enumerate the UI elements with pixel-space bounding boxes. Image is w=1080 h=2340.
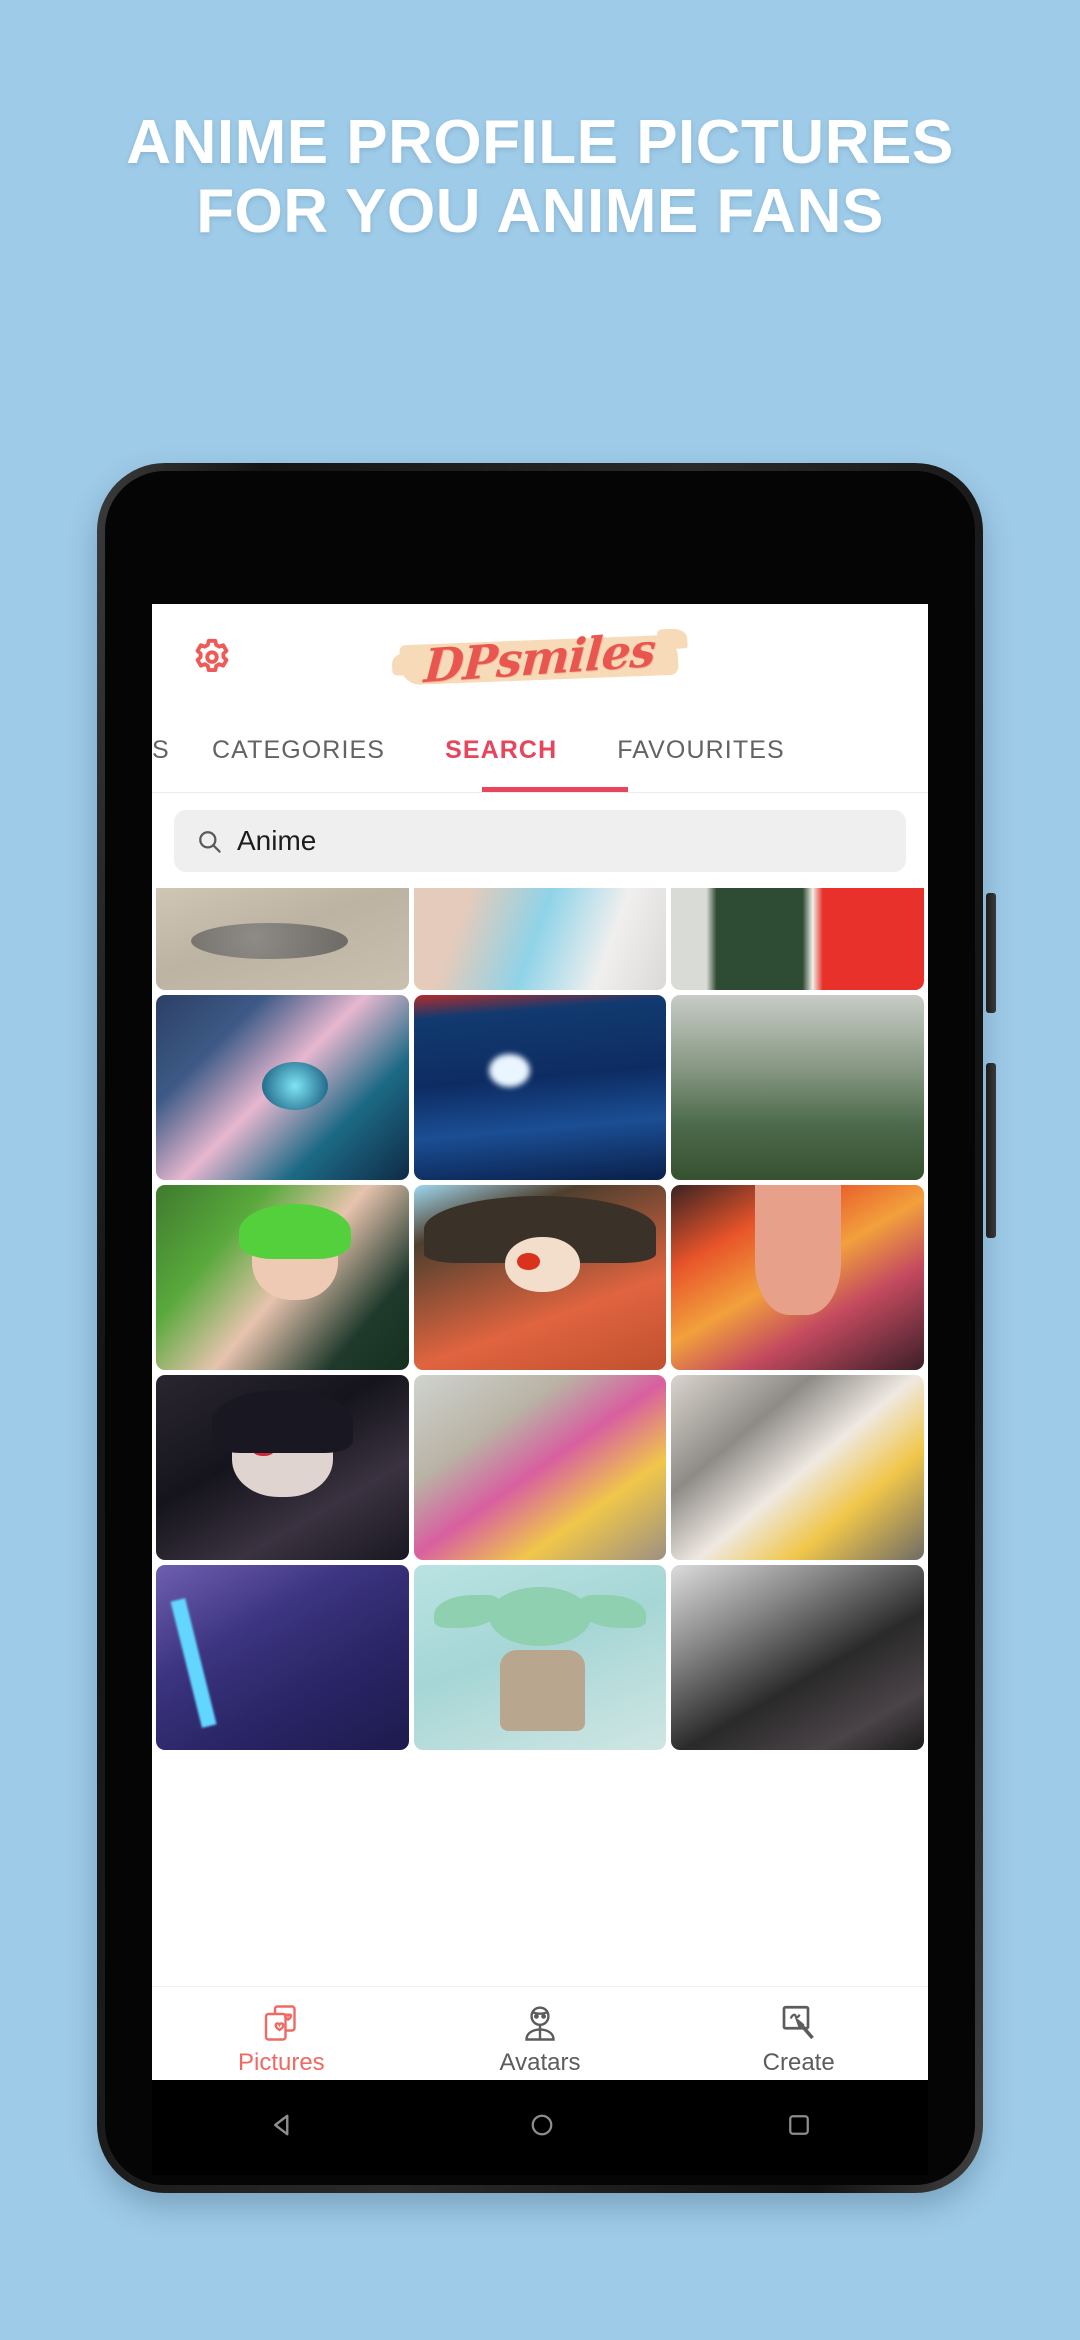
grid-cell-red-hair-anime-art[interactable] bbox=[671, 1185, 924, 1370]
promo-line-1: ANIME PROFILE PICTURES bbox=[126, 108, 954, 177]
promo-line-2: FOR YOU ANIME FANS bbox=[196, 177, 884, 247]
power-button[interactable] bbox=[986, 893, 996, 1013]
grid-cell-baby-yoda-plush[interactable] bbox=[413, 1565, 667, 1750]
grid-cell-blue-hair-cosplay[interactable] bbox=[413, 888, 667, 990]
tab-active-underline bbox=[482, 787, 628, 792]
grid-cell-festival-costume-market[interactable] bbox=[413, 1375, 667, 1560]
grid-cell-misty-hillside-town[interactable] bbox=[671, 995, 924, 1180]
thumbnail-image bbox=[156, 995, 409, 1180]
recents-square-icon[interactable] bbox=[784, 2110, 814, 2145]
tab-search[interactable]: SEARCH bbox=[415, 736, 587, 765]
thumbnail-image bbox=[156, 1375, 409, 1560]
grid-cell-green-hair-cosplay[interactable] bbox=[156, 1185, 409, 1370]
grid-cell-blue-sword-anime[interactable] bbox=[156, 1565, 409, 1750]
bottom-navigation: Pictures Avatars Create bbox=[152, 1986, 928, 2090]
grid-cell-neon-store-interior[interactable] bbox=[413, 995, 667, 1180]
nav-item-create[interactable]: Create bbox=[669, 2000, 928, 2077]
nav-item-avatars[interactable]: Avatars bbox=[411, 2000, 670, 2077]
search-value: Anime bbox=[237, 825, 317, 856]
nav-item-pictures[interactable]: Pictures bbox=[152, 2000, 411, 2077]
thumbnail-image bbox=[156, 1565, 409, 1750]
grid-cell-seal-on-sand[interactable] bbox=[156, 888, 409, 990]
back-triangle-icon[interactable] bbox=[266, 2108, 300, 2147]
search-input[interactable]: Anime bbox=[174, 810, 906, 872]
gear-icon[interactable] bbox=[190, 636, 234, 680]
promo-screenshot: ANIME PROFILE PICTURES FOR YOU ANIME FAN… bbox=[0, 0, 1080, 2340]
thumbnail-image bbox=[413, 888, 667, 990]
thumbnail-image bbox=[671, 1565, 924, 1750]
grid-cell-megumin-anime-art[interactable] bbox=[413, 1185, 667, 1370]
app-screen: DPsmiles S CATEGORIES SEARCH FAVOURITES bbox=[152, 604, 928, 2090]
app-header: DPsmiles bbox=[152, 604, 928, 709]
thumbnail-image bbox=[413, 1565, 667, 1750]
android-system-bar bbox=[152, 2080, 928, 2175]
create-icon bbox=[669, 2000, 928, 2046]
app-logo: DPsmiles bbox=[390, 618, 690, 698]
avatar-icon bbox=[411, 2000, 670, 2046]
thumbnail-image bbox=[671, 888, 924, 990]
nav-label-avatars: Avatars bbox=[499, 2049, 581, 2076]
thumbnail-image bbox=[156, 1185, 409, 1370]
phone-bezel: DPsmiles S CATEGORIES SEARCH FAVOURITES bbox=[105, 471, 975, 2185]
promo-headline: ANIME PROFILE PICTURES FOR YOU ANIME FAN… bbox=[0, 108, 1080, 247]
grid-cell-monochrome-warrior[interactable] bbox=[671, 1565, 924, 1750]
thumbnail-image bbox=[413, 1375, 667, 1560]
search-section: Anime bbox=[152, 793, 928, 888]
phone-mockup: DPsmiles S CATEGORIES SEARCH FAVOURITES bbox=[97, 463, 996, 2193]
grid-cell-cosplay-photographer[interactable] bbox=[156, 995, 409, 1180]
grid-cell-japan-street-signs[interactable] bbox=[671, 888, 924, 990]
thumbnail-image bbox=[413, 1185, 667, 1370]
search-icon bbox=[196, 828, 223, 855]
tab-bar: S CATEGORIES SEARCH FAVOURITES bbox=[152, 709, 928, 793]
grid-cell-kimono-fan-portrait[interactable] bbox=[671, 1375, 924, 1560]
thumbnail-image bbox=[413, 995, 667, 1180]
home-circle-icon[interactable] bbox=[527, 2110, 557, 2145]
thumbnail-image bbox=[671, 1185, 924, 1370]
image-grid bbox=[152, 888, 928, 1750]
thumbnail-image bbox=[156, 888, 409, 990]
thumbnail-image bbox=[671, 1375, 924, 1560]
tab-favourites[interactable]: FAVOURITES bbox=[587, 736, 815, 765]
tab-categories[interactable]: CATEGORIES bbox=[182, 736, 415, 765]
volume-button[interactable] bbox=[986, 1063, 996, 1238]
grid-cell-dark-anime-girl[interactable] bbox=[156, 1375, 409, 1560]
tab-pictures-truncated[interactable]: S bbox=[152, 736, 182, 765]
thumbnail-image bbox=[671, 995, 924, 1180]
nav-label-create: Create bbox=[762, 2049, 835, 2076]
pictures-icon bbox=[152, 2000, 411, 2046]
nav-label-pictures: Pictures bbox=[237, 2049, 325, 2076]
brand-name: DPsmiles bbox=[422, 622, 658, 694]
